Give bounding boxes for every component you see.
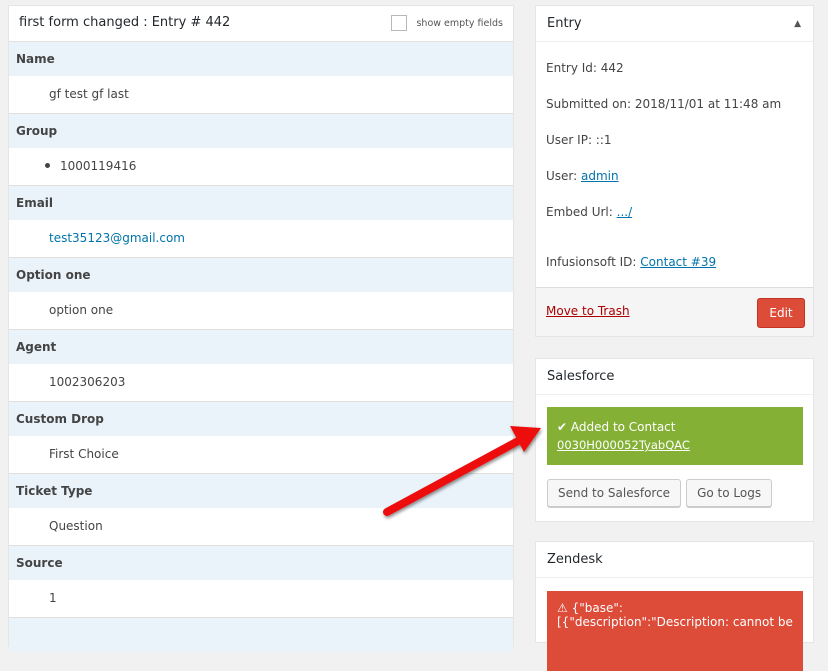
entry-box-header[interactable]: Entry ▲: [536, 6, 813, 42]
zendesk-box: Zendesk ⚠ {"base":[{"description":"Descr…: [535, 541, 814, 671]
entry-id: Entry Id: 442: [546, 61, 624, 75]
field-source: Source 1: [9, 546, 513, 618]
error-text: {"base":[{"description":"Description: ca…: [557, 601, 793, 629]
zendesk-box-header: Zendesk: [536, 542, 813, 578]
status-text: Added to Contact: [570, 420, 676, 434]
field-label: Group: [9, 114, 513, 148]
field-group: Group 1000119416: [9, 114, 513, 186]
entry-title: first form changed : Entry # 442: [19, 15, 231, 30]
user-ip: User IP: ::1: [546, 133, 612, 147]
field-value: test35123@gmail.com: [9, 220, 513, 258]
field-value: 1: [9, 580, 513, 618]
field-agent: Agent 1002306203: [9, 330, 513, 402]
field-value: 1002306203: [9, 364, 513, 402]
salesforce-contact-link[interactable]: 0030H000052TyabQAC: [557, 438, 690, 452]
entry-box-title: Entry: [547, 16, 582, 31]
field-option-one: Option one option one: [9, 258, 513, 330]
send-to-salesforce-button[interactable]: Send to Salesforce: [547, 479, 682, 507]
salesforce-box: Salesforce ✔ Added to Contact 0030H00005…: [535, 358, 814, 522]
entry-detail-header: first form changed : Entry # 442 show em…: [9, 6, 513, 42]
edit-button[interactable]: Edit: [757, 298, 805, 328]
zendesk-error-notice: ⚠ {"base":[{"description":"Description: …: [547, 591, 803, 671]
infusionsoft-label: Infusionsoft ID:: [546, 255, 641, 269]
entry-meta-box: Entry ▲ Entry Id: 442 Submitted on: 2018…: [535, 5, 814, 337]
embed-url-label: Embed Url:: [546, 205, 617, 219]
field-custom-drop: Custom Drop First Choice: [9, 402, 513, 474]
field-value: Question: [9, 508, 513, 546]
field-ticket-type: Ticket Type Question: [9, 474, 513, 546]
field-value: gf test gf last: [9, 76, 513, 114]
field-label-next: [9, 618, 513, 652]
infusionsoft-contact-link[interactable]: Contact #39: [640, 255, 716, 269]
go-to-logs-button[interactable]: Go to Logs: [686, 479, 773, 507]
user-row: User: admin: [546, 158, 803, 194]
show-empty-fields-toggle[interactable]: show empty fields: [391, 15, 503, 31]
checkmark-icon: ✔: [557, 420, 568, 434]
submitted-on: Submitted on: 2018/11/01 at 11:48 am: [546, 97, 782, 111]
bullet-icon: [45, 163, 50, 168]
field-value: 1000119416: [9, 148, 513, 186]
salesforce-box-title: Salesforce: [547, 369, 615, 384]
zendesk-box-title: Zendesk: [547, 552, 603, 567]
user-link[interactable]: admin: [581, 169, 619, 183]
warning-icon: ⚠: [557, 601, 568, 615]
field-name: Name gf test gf last: [9, 42, 513, 114]
field-label: Name: [9, 42, 513, 76]
field-label: Source: [9, 546, 513, 580]
email-link[interactable]: test35123@gmail.com: [49, 231, 185, 245]
embed-url-row: Embed Url: .../: [546, 194, 803, 230]
user-label: User:: [546, 169, 581, 183]
entry-box-footer: Move to Trash Edit: [536, 287, 813, 336]
entry-detail-panel: first form changed : Entry # 442 show em…: [8, 5, 514, 652]
salesforce-box-header: Salesforce: [536, 359, 813, 395]
field-label: Custom Drop: [9, 402, 513, 436]
field-label: Agent: [9, 330, 513, 364]
field-label: Email: [9, 186, 513, 220]
show-empty-fields-checkbox[interactable]: [391, 15, 408, 31]
field-value: option one: [9, 292, 513, 330]
show-empty-fields-label: show empty fields: [416, 17, 503, 29]
field-email: Email test35123@gmail.com: [9, 186, 513, 258]
collapse-toggle-icon[interactable]: ▲: [794, 6, 801, 42]
infusionsoft-row: Infusionsoft ID: Contact #39: [546, 244, 803, 280]
field-value: First Choice: [9, 436, 513, 474]
field-label: Ticket Type: [9, 474, 513, 508]
embed-url-link[interactable]: .../: [617, 205, 633, 219]
list-item: 1000119416: [60, 159, 137, 173]
move-to-trash-link[interactable]: Move to Trash: [546, 304, 630, 318]
field-label: Option one: [9, 258, 513, 292]
salesforce-success-notice: ✔ Added to Contact 0030H000052TyabQAC: [547, 407, 803, 465]
